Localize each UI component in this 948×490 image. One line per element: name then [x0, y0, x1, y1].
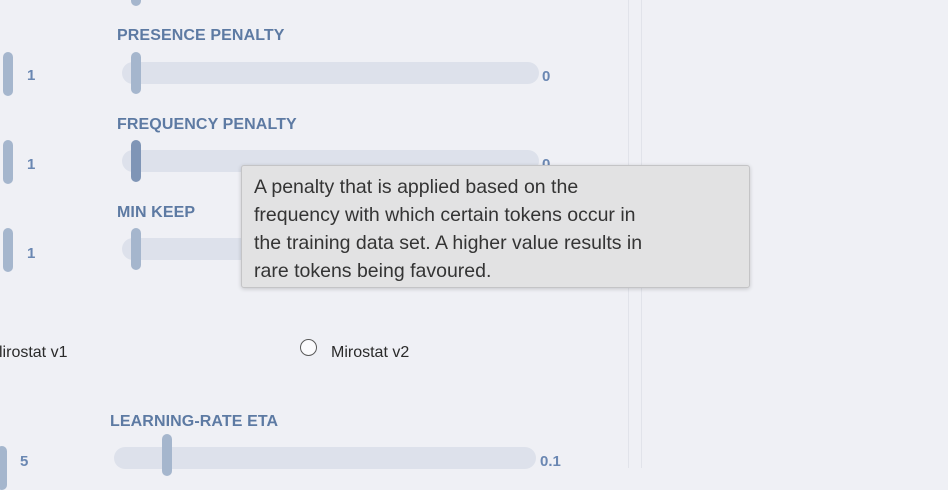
learning-rate-eta-thumb[interactable] [162, 434, 172, 476]
presence-penalty-label: PRESENCE PENALTY [117, 27, 285, 44]
frequency-penalty-tooltip: A penalty that is applied based on the f… [241, 165, 750, 288]
left-slider-thumb[interactable] [3, 228, 13, 272]
presence-penalty-value: 0 [542, 68, 551, 85]
min-keep-label: MIN KEEP [117, 204, 196, 221]
learning-rate-eta-label: LEARNING-RATE ETA [110, 413, 279, 430]
left-slider-thumb[interactable] [0, 446, 7, 490]
presence-penalty-thumb[interactable] [131, 52, 141, 94]
left-slider-value: 1 [27, 67, 36, 84]
frequency-penalty-thumb[interactable] [131, 140, 141, 182]
left-slider-thumb[interactable] [3, 140, 13, 184]
left-slider-value: 1 [27, 245, 36, 262]
min-keep-thumb[interactable] [131, 228, 141, 270]
mirostat-v2-label[interactable]: Mirostat v2 [331, 344, 409, 362]
learning-rate-eta-value: 0.1 [540, 453, 561, 470]
mirostat-v2-radio[interactable] [300, 339, 317, 356]
presence-penalty-track[interactable] [122, 62, 539, 84]
left-slider-value: 5 [20, 453, 29, 470]
frequency-penalty-label: FREQUENCY PENALTY [117, 116, 297, 133]
learning-rate-eta-track[interactable] [114, 447, 536, 469]
left-slider-thumb[interactable] [3, 52, 13, 96]
slider-thumb-cropped[interactable] [131, 0, 141, 6]
left-slider-value: 1 [27, 156, 36, 173]
mirostat-v1-label[interactable]: lirostat v1 [0, 344, 67, 362]
